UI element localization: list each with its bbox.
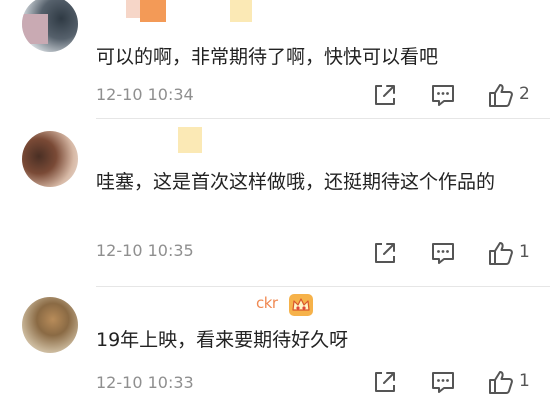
comment-time: 12-10 10:34 bbox=[96, 85, 194, 102]
user-nickname[interactable] bbox=[126, 0, 256, 24]
user-nickname[interactable] bbox=[178, 127, 208, 153]
repost-button[interactable] bbox=[372, 369, 398, 395]
share-icon bbox=[375, 372, 395, 392]
comment-item: 可以的啊，非常期待了啊，快快可以看吧 12-10 10:34 2 bbox=[0, 0, 550, 118]
user-nickname[interactable]: ckr bbox=[248, 293, 328, 317]
reply-button[interactable] bbox=[430, 240, 456, 266]
like-count: 1 bbox=[519, 371, 530, 391]
avatar[interactable] bbox=[22, 297, 78, 353]
thumbs-up-icon bbox=[489, 84, 513, 107]
comment-item: 哇塞，这是首次这样做哦，还挺期待这个作品的 12-10 10:35 1 bbox=[0, 119, 550, 289]
comment-text: 哇塞，这是首次这样做哦，还挺期待这个作品的 bbox=[96, 171, 496, 193]
reply-button[interactable] bbox=[430, 82, 456, 108]
like-count: 2 bbox=[519, 84, 530, 104]
nickname-text: ckr bbox=[256, 294, 278, 312]
comment-icon bbox=[432, 85, 454, 106]
comment-icon bbox=[432, 372, 454, 393]
share-icon bbox=[375, 243, 395, 263]
like-count: 1 bbox=[519, 242, 530, 262]
share-icon bbox=[375, 85, 395, 105]
thumbs-up-icon bbox=[489, 242, 513, 265]
comment-time: 12-10 10:33 bbox=[96, 373, 194, 392]
reply-button[interactable] bbox=[430, 369, 456, 395]
comment-text: 19年上映，看来要期待好久呀 bbox=[96, 329, 349, 351]
comment-item: ckr 19年上映，看来要期待好久呀 12-10 10:33 1 bbox=[0, 287, 550, 407]
like-button[interactable] bbox=[488, 369, 514, 395]
comment-time: 12-10 10:35 bbox=[96, 241, 194, 256]
repost-button[interactable] bbox=[372, 240, 398, 266]
comment-icon bbox=[432, 243, 454, 264]
like-button[interactable] bbox=[488, 240, 514, 266]
crown-badge-icon bbox=[288, 293, 314, 317]
repost-button[interactable] bbox=[372, 82, 398, 108]
like-button[interactable] bbox=[488, 82, 514, 108]
comment-text: 可以的啊，非常期待了啊，快快可以看吧 bbox=[96, 46, 439, 68]
thumbs-up-icon bbox=[489, 371, 513, 394]
avatar[interactable] bbox=[22, 0, 78, 52]
avatar[interactable] bbox=[22, 131, 78, 187]
